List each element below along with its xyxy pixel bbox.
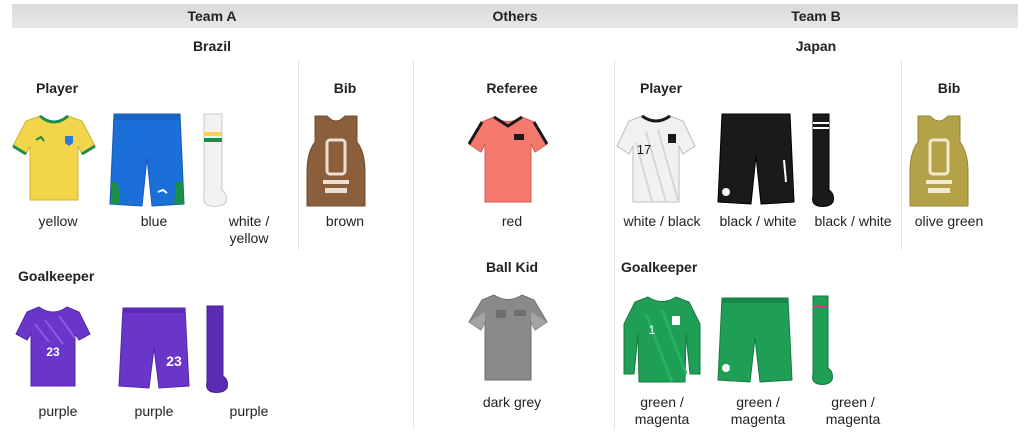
referee-shirt-icon [468,114,548,206]
caption: white / black [623,213,701,229]
jersey-number: 23 [46,345,60,359]
caption: blue [140,213,168,229]
referee-title: Referee [486,80,538,96]
caption: magenta [825,411,881,427]
shorts-number: 23 [166,353,182,369]
caption: green / [736,394,780,410]
caption: magenta [634,411,690,427]
caption: purple [134,403,174,419]
caption: purple [38,403,78,419]
japan-player-socks-icon [808,112,836,208]
brazil-player-socks-icon [198,112,230,208]
caption: magenta [730,411,786,427]
ball-kid-shirt-icon [468,292,548,384]
caption: green / [640,394,684,410]
japan-player-shirt-icon: 17 [616,112,696,208]
team-a-header: Team A [187,8,237,24]
japan-goalkeeper-shirt-icon: 1 [622,294,702,386]
others-header: Others [492,8,538,24]
team-a-bib-title: Bib [333,80,357,96]
divider [901,60,902,250]
brazil-bib-icon [305,112,367,208]
caption: yellow [229,230,269,246]
caption: dark grey [482,394,542,410]
caption: black / white [814,213,892,229]
brazil-goalkeeper-shirt-icon: 23 [15,304,91,392]
jersey-number: 17 [637,142,651,157]
caption: green / [831,394,875,410]
divider [614,60,615,430]
caption: black / white [719,213,797,229]
divider [413,60,414,430]
brazil-goalkeeper-socks-icon [202,304,230,394]
team-a-goalkeeper-title: Goalkeeper [18,268,95,284]
caption: olive green [914,213,984,229]
japan-bib-icon [908,112,970,208]
team-a-country: Brazil [192,38,232,54]
team-b-bib-title: Bib [937,80,961,96]
caption: red [501,213,523,229]
caption: white / [228,213,270,229]
team-b-header: Team B [791,8,841,24]
brazil-goalkeeper-shorts-icon: 23 [118,306,190,390]
brazil-player-shirt-icon [12,112,96,208]
brazil-player-shorts-icon [108,112,186,208]
japan-player-shorts-icon [716,112,796,206]
caption: purple [229,403,269,419]
team-b-goalkeeper-title: Goalkeeper [621,259,698,275]
divider [298,60,299,250]
team-b-country: Japan [795,38,837,54]
caption: brown [325,213,365,229]
caption: yellow [38,213,78,229]
jersey-number: 1 [649,323,656,337]
japan-goalkeeper-socks-icon [808,294,834,386]
ball-kid-title: Ball Kid [485,259,539,275]
team-a-player-title: Player [36,80,79,96]
team-b-player-title: Player [640,80,683,96]
japan-goalkeeper-shorts-icon [716,296,794,384]
